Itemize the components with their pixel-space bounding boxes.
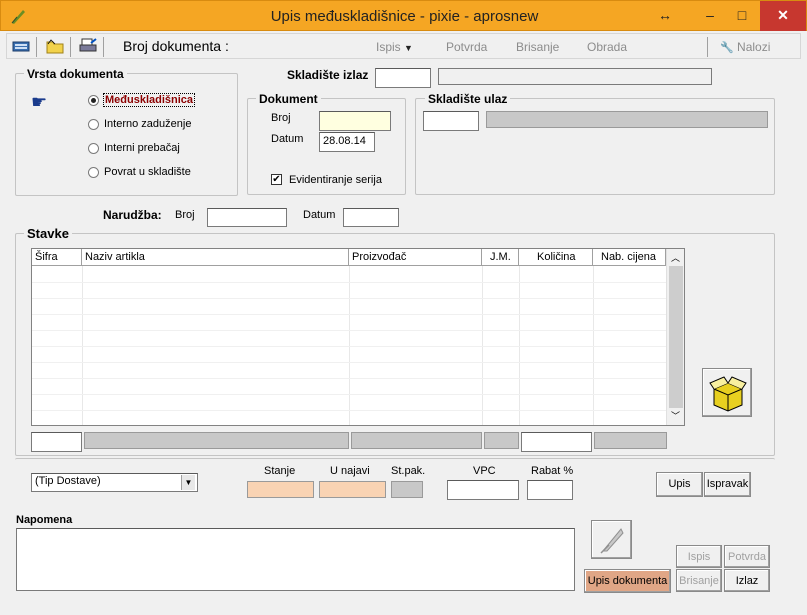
maximize-button[interactable]: □	[726, 1, 758, 31]
document-number-label: Broj dokumenta :	[123, 38, 229, 54]
vpc-label: VPC	[473, 465, 496, 477]
col-kolicina[interactable]: Količina	[519, 249, 593, 266]
obrada-menu[interactable]: Obrada	[587, 40, 627, 54]
toolbar: Broj dokumenta : Ispis ▼ Potvrda Brisanj…	[6, 33, 801, 59]
vpc-input[interactable]	[447, 480, 519, 500]
nalozi-menu[interactable]: 🔧 Nalozi	[720, 40, 770, 54]
serije-label: Evidentiranje serija	[289, 174, 382, 186]
footer-kolicina-input[interactable]	[521, 432, 592, 452]
rabat-input[interactable]	[527, 480, 573, 500]
st-pak-label: St.pak.	[391, 465, 426, 477]
document-number-input[interactable]	[319, 111, 391, 131]
close-button[interactable]: ✕	[760, 1, 806, 31]
package-icon	[709, 376, 747, 412]
warehouse-out-label: Skladište izlaz	[287, 68, 369, 82]
order-label: Narudžba:	[103, 208, 162, 222]
scrollbar-thumb[interactable]	[669, 266, 683, 408]
serije-checkbox[interactable]: ✔	[271, 174, 282, 185]
document-date-label: Datum	[271, 133, 304, 145]
footer-jm-field	[484, 432, 519, 449]
document-legend: Dokument	[256, 92, 321, 106]
ispis-button[interactable]: Ispis	[676, 545, 722, 568]
brisanje-button[interactable]: Brisanje	[676, 569, 722, 592]
footer-nab-cijena-field	[594, 432, 667, 449]
col-sifra[interactable]: Šifra	[32, 249, 82, 266]
brisanje-menu[interactable]: Brisanje	[516, 40, 559, 54]
radio-interni-prebacaj[interactable]	[88, 143, 99, 154]
option-povrat-u-skladiste[interactable]: Povrat u skladište	[104, 166, 191, 178]
u-najavi-label: U najavi	[330, 465, 370, 477]
order-date-label: Datum	[303, 209, 336, 221]
radio-meduskladisnica[interactable]	[88, 95, 99, 106]
keyboard-icon[interactable]	[12, 38, 30, 54]
delivery-type-value: (Tip Dostave)	[35, 475, 101, 487]
items-legend: Stavke	[24, 226, 72, 241]
grid-vertical-scrollbar[interactable]: ︿ ﹀	[666, 249, 684, 425]
resize-icon[interactable]: ↔	[649, 1, 681, 31]
document-date-input[interactable]: 28.08.14	[319, 132, 375, 152]
scroll-up-icon[interactable]: ︿	[671, 251, 680, 264]
minimize-button[interactable]: –	[694, 1, 726, 31]
u-najavi-field	[319, 481, 386, 498]
upis-button[interactable]: Upis	[656, 472, 703, 497]
warehouse-in-name-field	[486, 111, 768, 128]
window-title: Upis međuskladišnice - pixie - aprosnew	[270, 8, 539, 25]
chevron-down-icon: ▼	[404, 43, 413, 53]
tools-icon: 🔧	[720, 42, 734, 54]
nalozi-menu-label: Nalozi	[737, 40, 771, 54]
feather-button[interactable]	[591, 520, 632, 559]
napomena-textarea[interactable]	[16, 528, 575, 591]
order-number-input[interactable]	[207, 208, 287, 227]
upis-dokumenta-button[interactable]: Upis dokumenta	[584, 569, 671, 593]
rabat-label: Rabat %	[531, 465, 574, 477]
option-interno-zaduzenje[interactable]: Interno zaduženje	[104, 118, 191, 130]
col-naziv[interactable]: Naziv artikla	[82, 249, 349, 266]
ispis-menu[interactable]: Ispis ▼	[376, 40, 413, 54]
footer-naziv-field	[84, 432, 349, 449]
package-button[interactable]	[702, 368, 752, 417]
stanje-label: Stanje	[264, 465, 296, 477]
option-meduskladisnica[interactable]: Međuskladišnica	[103, 93, 196, 107]
option-interni-prebacaj[interactable]: Interni prebačaj	[104, 142, 180, 154]
warehouse-out-name-field	[438, 68, 712, 85]
title-bar[interactable]: Upis međuskladišnice - pixie - aprosnew …	[0, 0, 807, 31]
izlaz-button[interactable]: Izlaz	[724, 569, 770, 592]
radio-interno-zaduzenje[interactable]	[88, 119, 99, 130]
document-type-legend: Vrsta dokumenta	[24, 67, 127, 81]
napomena-label: Napomena	[16, 514, 73, 526]
scroll-down-icon[interactable]: ﹀	[671, 409, 680, 422]
chevron-down-icon[interactable]: ▼	[181, 475, 195, 490]
col-jm[interactable]: J.M.	[482, 249, 519, 266]
print-icon[interactable]	[79, 38, 97, 54]
col-nab-cijena[interactable]: Nab. cijena	[593, 249, 666, 266]
feather-pen-icon	[600, 528, 624, 554]
order-date-input[interactable]	[343, 208, 399, 227]
warehouse-in-code-input[interactable]	[423, 111, 479, 131]
document-number-label: Broj	[271, 112, 291, 124]
items-grid[interactable]: Šifra Naziv artikla Proizvođač J.M. Koli…	[31, 248, 685, 426]
footer-sifra-input[interactable]	[31, 432, 82, 452]
footer-proizvodac-field	[351, 432, 482, 449]
st-pak-field	[391, 481, 423, 498]
potvrda-button[interactable]: Potvrda	[724, 545, 770, 568]
order-number-label: Broj	[175, 209, 195, 221]
radio-povrat-u-skladiste[interactable]	[88, 167, 99, 178]
pointing-hand-icon: ☛	[31, 92, 48, 112]
stanje-field	[247, 481, 314, 498]
ispis-menu-label: Ispis	[376, 40, 401, 54]
warehouse-out-code-input[interactable]	[375, 68, 431, 88]
warehouse-in-legend: Skladište ulaz	[425, 92, 511, 106]
folder-icon[interactable]	[46, 38, 64, 54]
col-proizvodac[interactable]: Proizvođač	[349, 249, 482, 266]
delivery-type-select[interactable]: (Tip Dostave) ▼	[31, 473, 198, 492]
ispravak-button[interactable]: Ispravak	[704, 472, 751, 497]
potvrda-menu[interactable]: Potvrda	[446, 40, 487, 54]
